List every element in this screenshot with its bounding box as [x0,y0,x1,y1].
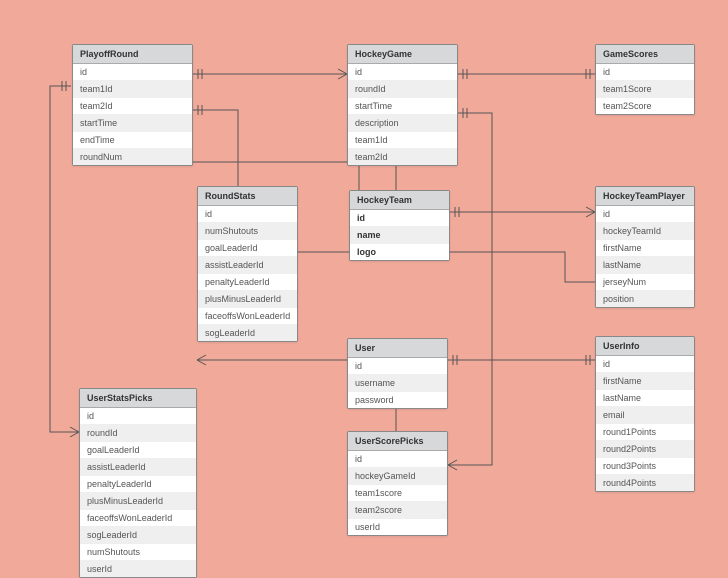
entity-header: HockeyTeamPlayer [596,187,694,206]
entity-header: UserInfo [596,337,694,356]
entity-attr: roundId [80,425,196,442]
entity-attr: penaltyLeaderId [198,274,297,291]
entity-attr: name [350,227,449,244]
entity-attr: assistLeaderId [198,257,297,274]
entity-attr: round1Points [596,424,694,441]
entity-attr: id [348,451,447,468]
entity-attr: goalLeaderId [198,240,297,257]
entity-attr: id [198,206,297,223]
entity-hockey-team-player[interactable]: HockeyTeamPlayer id hockeyTeamId firstNa… [595,186,695,308]
entity-attr: team2Id [348,149,457,165]
entity-attr: roundId [348,81,457,98]
entity-attr: firstName [596,373,694,390]
entity-attr: id [350,210,449,227]
entity-user-info[interactable]: UserInfo id firstName lastName email rou… [595,336,695,492]
entity-game-scores[interactable]: GameScores id team1Score team2Score [595,44,695,115]
entity-header: GameScores [596,45,694,64]
entity-attr: round4Points [596,475,694,491]
entity-attr: lastName [596,390,694,407]
entity-attr: hockeyTeamId [596,223,694,240]
entity-header: User [348,339,447,358]
entity-header: UserScorePicks [348,432,447,451]
entity-attr: numShutouts [198,223,297,240]
entity-attr: id [596,64,694,81]
entity-attr: password [348,392,447,408]
entity-attr: position [596,291,694,307]
entity-attr: team2score [348,502,447,519]
entity-attr: roundNum [73,149,192,165]
entity-attr: assistLeaderId [80,459,196,476]
entity-user-score-picks[interactable]: UserScorePicks id hockeyGameId team1scor… [347,431,448,536]
entity-header: UserStatsPicks [80,389,196,408]
entity-attr: id [348,358,447,375]
entity-attr: id [348,64,457,81]
entity-attr: startTime [73,115,192,132]
entity-playoff-round[interactable]: PlayoffRound id team1Id team2Id startTim… [72,44,193,166]
entity-hockey-team[interactable]: HockeyTeam id name logo [349,190,450,261]
entity-attr: firstName [596,240,694,257]
entity-attr: team1Id [73,81,192,98]
entity-attr: description [348,115,457,132]
entity-attr: goalLeaderId [80,442,196,459]
entity-attr: round3Points [596,458,694,475]
entity-attr: endTime [73,132,192,149]
entity-attr: team2Score [596,98,694,114]
entity-header: PlayoffRound [73,45,192,64]
entity-attr: hockeyGameId [348,468,447,485]
entity-attr: userId [80,561,196,577]
entity-header: RoundStats [198,187,297,206]
entity-attr: id [73,64,192,81]
entity-attr: team1Score [596,81,694,98]
entity-attr: email [596,407,694,424]
entity-attr: logo [350,244,449,260]
entity-user[interactable]: User id username password [347,338,448,409]
entity-attr: penaltyLeaderId [80,476,196,493]
entity-attr: username [348,375,447,392]
entity-hockey-game[interactable]: HockeyGame id roundId startTime descript… [347,44,458,166]
entity-attr: sogLeaderId [198,325,297,341]
entity-attr: round2Points [596,441,694,458]
entity-attr: team1Id [348,132,457,149]
entity-attr: team2Id [73,98,192,115]
entity-attr: jerseyNum [596,274,694,291]
entity-attr: lastName [596,257,694,274]
entity-attr: plusMinusLeaderId [198,291,297,308]
entity-attr: faceoffsWonLeaderId [198,308,297,325]
entity-attr: id [80,408,196,425]
entity-attr: userId [348,519,447,535]
entity-user-stats-picks[interactable]: UserStatsPicks id roundId goalLeaderId a… [79,388,197,578]
entity-attr: id [596,206,694,223]
entity-attr: id [596,356,694,373]
entity-attr: startTime [348,98,457,115]
entity-attr: plusMinusLeaderId [80,493,196,510]
entity-attr: team1score [348,485,447,502]
entity-attr: numShutouts [80,544,196,561]
entity-header: HockeyGame [348,45,457,64]
entity-round-stats[interactable]: RoundStats id numShutouts goalLeaderId a… [197,186,298,342]
entity-attr: sogLeaderId [80,527,196,544]
entity-header: HockeyTeam [350,191,449,210]
entity-attr: faceoffsWonLeaderId [80,510,196,527]
